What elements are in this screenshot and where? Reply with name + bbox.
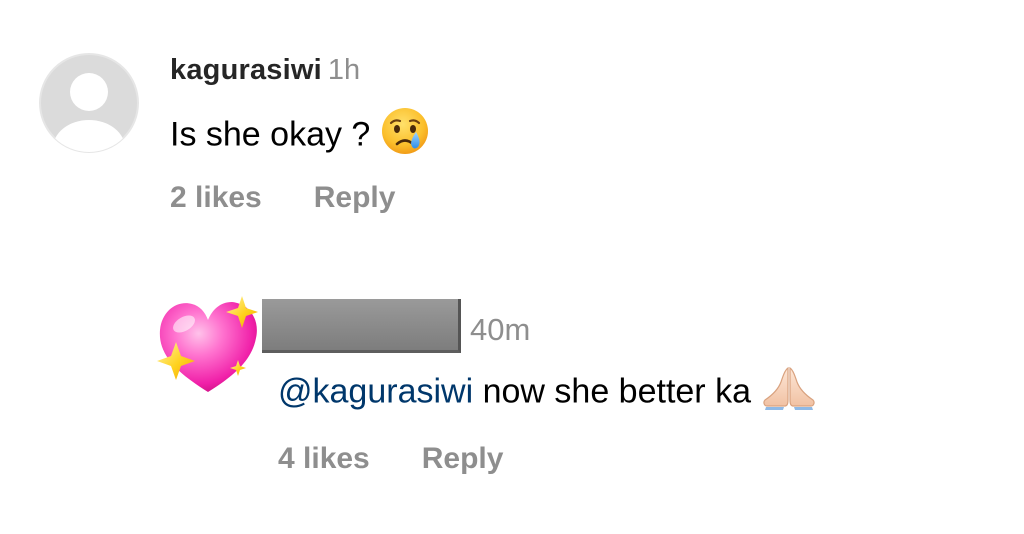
default-avatar-icon[interactable] [38, 52, 140, 154]
redacted-username [262, 299, 461, 353]
reply-timestamp: 40m [470, 312, 531, 347]
comment-timestamp: 1h [327, 54, 361, 86]
comment-body: Is she okay ? [170, 106, 430, 154]
reply-like-count[interactable]: 4 likes [278, 442, 370, 475]
comment-username[interactable]: kagurasiwi [170, 54, 322, 86]
comment-header: kagurasiwi 1h [170, 52, 360, 88]
mention-link[interactable]: @kagurasiwi [278, 372, 473, 410]
comment-like-count[interactable]: 2 likes [170, 181, 262, 214]
reply-text: now she better ka [482, 372, 751, 411]
reply-button[interactable]: Reply [422, 442, 504, 475]
sparkling-heart-icon[interactable] [154, 294, 266, 398]
folded-hands-icon [761, 366, 817, 421]
crying-face-icon [380, 106, 430, 167]
reply-actions: 4 likes Reply [278, 441, 503, 477]
comment-actions: 2 likes Reply [170, 180, 395, 216]
comment-thread: kagurasiwi 1h Is she okay ? 2 likes Repl… [0, 0, 1024, 534]
reply-body: @kagurasiwi now she better ka [278, 366, 817, 410]
comment-text: Is she okay ? [170, 115, 371, 154]
reply-button[interactable]: Reply [314, 181, 396, 214]
